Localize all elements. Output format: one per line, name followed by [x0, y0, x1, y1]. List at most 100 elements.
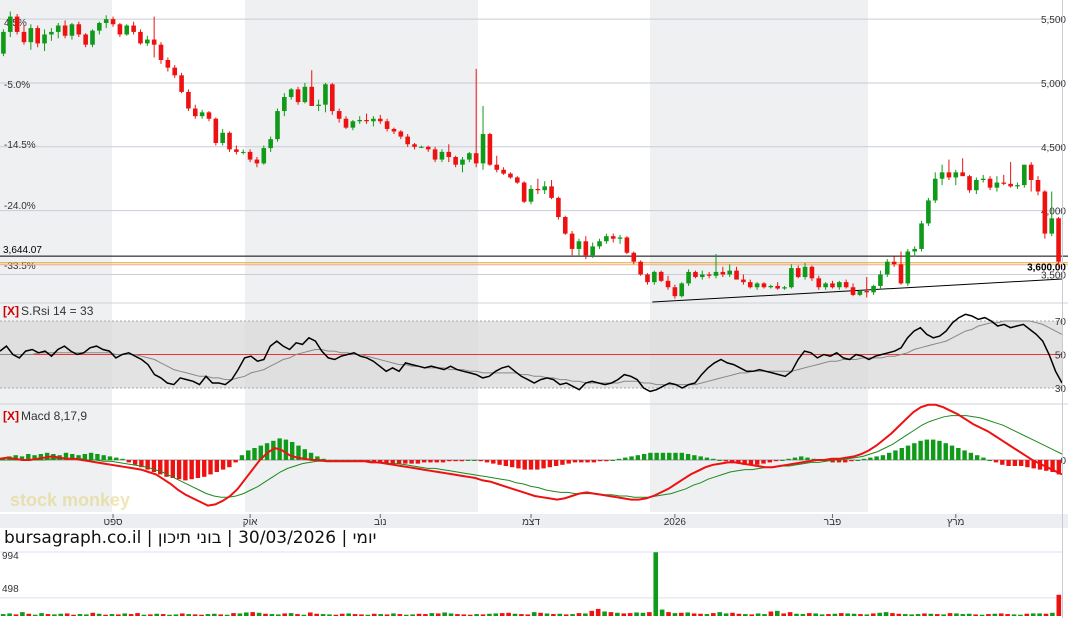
volume-bar	[480, 614, 486, 616]
candle-body	[1049, 218, 1055, 234]
candle-body	[508, 173, 513, 178]
volume-bar	[870, 613, 876, 616]
candle-body	[473, 153, 479, 164]
volume-bar	[966, 613, 972, 616]
candle-body	[775, 285, 780, 289]
macd-hist-bar	[547, 460, 553, 468]
volume-bar	[314, 613, 319, 616]
volume-bar	[269, 614, 275, 616]
volume-bar	[1050, 612, 1055, 616]
volume-bar	[717, 612, 723, 616]
volume-bar	[858, 614, 863, 616]
macd-close-label: [X]	[3, 409, 19, 423]
candle-body	[391, 128, 397, 132]
candle-body	[576, 241, 582, 249]
volume-bar	[282, 613, 287, 616]
macd-hist-bar	[930, 439, 936, 460]
candle-body	[62, 25, 68, 36]
volume-bar	[653, 552, 659, 616]
candle-body	[967, 176, 972, 191]
macd-hist-bar	[459, 460, 465, 462]
candle-body	[727, 270, 732, 275]
candle-body	[425, 146, 431, 150]
candle-body	[1028, 164, 1034, 180]
candle-body	[658, 271, 664, 281]
macd-hist-bar	[447, 460, 452, 462]
volume-bar	[416, 613, 422, 616]
candle-body	[871, 285, 876, 293]
macd-hist-bar	[723, 460, 729, 462]
volume-bar	[84, 614, 89, 616]
macd-hist-bar	[1025, 460, 1030, 468]
volume-bar	[339, 613, 345, 616]
candle-body	[336, 111, 342, 119]
candle-body	[234, 149, 239, 152]
candle-body	[645, 274, 650, 283]
volume-bar	[845, 613, 850, 616]
volume-bar	[320, 614, 326, 616]
macd-hist-bar	[566, 460, 571, 464]
candle-body	[42, 34, 47, 44]
macd-hist-bar	[761, 460, 766, 464]
volume-bar	[474, 614, 479, 616]
candle-body	[768, 285, 774, 288]
candle-body	[199, 112, 205, 117]
candle-body	[823, 283, 828, 288]
volume-bar	[531, 612, 537, 616]
volume-bar	[691, 613, 697, 616]
volume-bar	[602, 611, 607, 616]
candle-body	[898, 264, 904, 284]
footer-caption: יומי | 30/03/2026 | בוני תיכון | bursagr…	[4, 528, 377, 548]
volume-bar	[723, 613, 729, 616]
candle-body	[693, 271, 698, 278]
volume-bar	[301, 614, 307, 616]
candle-body	[960, 172, 965, 177]
volume-bar	[711, 613, 716, 616]
candle-body	[446, 151, 452, 158]
candle-body	[117, 24, 123, 35]
volume-bar	[359, 614, 364, 616]
macd-hist-bar	[773, 460, 779, 462]
volume-bar	[224, 614, 230, 616]
volume-bar	[736, 613, 742, 616]
volume-bar	[275, 614, 281, 616]
volume-bar	[250, 612, 256, 616]
volume-bar	[52, 614, 57, 616]
volume-bar	[941, 614, 946, 616]
macd-hist-bar	[654, 452, 659, 460]
watermark: stock monkey	[10, 490, 130, 510]
macd-hist-bar	[1018, 460, 1024, 466]
candle-body	[556, 197, 561, 218]
stock-chart-svg: 5,5005,0004,5004,0003,5004.5%-5.0%-14.5%…	[0, 0, 1068, 618]
candle-body	[261, 148, 267, 164]
volume-bar	[832, 613, 838, 616]
macd-hist-bar	[956, 448, 961, 460]
macd-hist-bar	[780, 460, 785, 461]
macd-hist-bar	[610, 460, 615, 461]
candle-body	[323, 84, 328, 105]
macd-hist-bar	[604, 460, 609, 462]
volume-bar	[934, 614, 940, 616]
macd-hist-bar	[579, 460, 584, 463]
macd-hist-bar	[597, 460, 603, 462]
volume-bar	[768, 611, 774, 616]
volume-bar	[218, 614, 224, 616]
candle-body	[309, 86, 315, 106]
volume-bar	[192, 614, 198, 616]
candle-body	[830, 283, 835, 288]
candle-body	[288, 89, 294, 98]
volume-bar	[205, 614, 211, 616]
volume-bar	[13, 614, 19, 616]
macd-hist-bar	[101, 455, 106, 460]
macd-label: Macd 8,17,9	[21, 409, 87, 423]
volume-bar	[781, 613, 787, 616]
macd-hist-bar	[905, 445, 911, 460]
volume-bar	[307, 612, 313, 616]
volume-bar	[333, 614, 339, 616]
candle-body	[377, 118, 383, 122]
candle-body	[974, 180, 979, 191]
volume-bar	[589, 610, 595, 616]
volume-bar	[762, 614, 767, 616]
candle-body	[398, 131, 404, 137]
volume-bar	[890, 613, 895, 616]
